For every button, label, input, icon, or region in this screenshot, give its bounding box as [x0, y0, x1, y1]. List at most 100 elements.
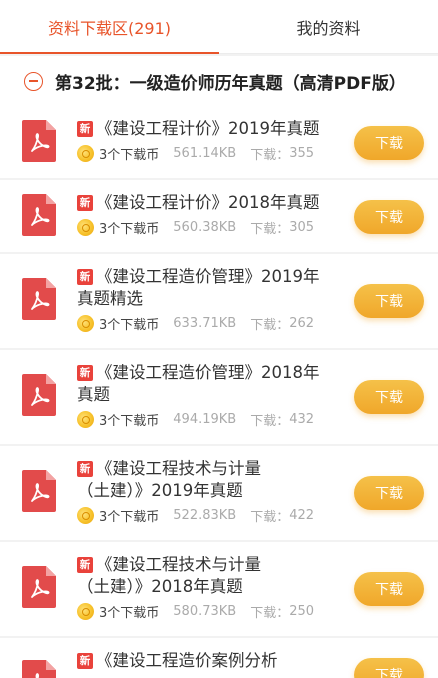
coin-icon	[77, 145, 94, 162]
list-item[interactable]: 新《建设工程计价》2019年真题 3个下载币 561.14KB 下载： 355 下载	[0, 106, 438, 178]
download-button[interactable]: 下载	[354, 380, 424, 414]
downloads-label: 下载：	[250, 318, 290, 333]
coin-cost: 3个下载币	[99, 606, 160, 621]
item-meta: 3个下载币 561.14KB 下载： 355	[77, 144, 314, 163]
title-text: （土建）》2019年真题	[77, 481, 243, 500]
item-meta: 3个下载币 522.83KB 下载： 422	[77, 506, 314, 525]
item-title[interactable]: 新《建设工程计价》2019年真题	[77, 118, 338, 140]
download-button[interactable]: 下载	[354, 658, 424, 678]
coin-cost: 3个下载币	[99, 414, 160, 429]
pdf-file-icon	[22, 120, 56, 162]
coin-icon	[77, 411, 94, 428]
section-header[interactable]: 第32批：一级造价师历年真题（高清PDF版）	[0, 56, 438, 106]
list-item[interactable]: 新《建设工程造价管理》2018年 真题 3个下载币 494.19KB 下载： 432 下载	[0, 350, 438, 444]
new-badge: 新	[77, 195, 93, 211]
item-meta: 3个下载币 633.71KB 下载： 262	[77, 314, 314, 333]
pdf-file-icon	[22, 566, 56, 608]
tab-download-area[interactable]: 资料下载区(291)	[0, 0, 219, 54]
downloads-count: 262	[289, 316, 315, 331]
item-title[interactable]: 新《建设工程技术与计量 （土建）》2018年真题	[77, 554, 338, 598]
material-list: 新《建设工程计价》2019年真题 3个下载币 561.14KB 下载： 355 下载新《建…	[0, 106, 438, 678]
item-meta: 3个下载币 494.19KB 下载： 432	[77, 410, 314, 429]
new-badge: 新	[77, 461, 93, 477]
coin-icon	[77, 507, 94, 524]
item-title[interactable]: 新《建设工程计价》2018年真题	[77, 192, 338, 214]
file-size: 494.19KB	[173, 412, 237, 427]
pdf-file-icon	[22, 278, 56, 320]
title-text: 《建设工程技术与计量	[96, 555, 261, 574]
new-badge: 新	[77, 121, 93, 137]
title-line: 新《建设工程计价》2019年真题	[77, 118, 338, 140]
list-item[interactable]: 新《建设工程造价案例分析 下载	[0, 638, 438, 678]
new-badge: 新	[77, 653, 93, 669]
item-title[interactable]: 新《建设工程造价管理》2019年 真题精选	[77, 266, 338, 310]
title-text: 真题	[77, 385, 110, 404]
file-size: 522.83KB	[173, 508, 237, 523]
title-line: 新《建设工程技术与计量	[77, 554, 338, 576]
list-item[interactable]: 新《建设工程技术与计量 （土建）》2019年真题 3个下载币 522.83KB 下载： 4…	[0, 446, 438, 540]
title-text: 《建设工程造价管理》2018年	[96, 363, 320, 382]
new-badge: 新	[77, 365, 93, 381]
coin-icon	[77, 315, 94, 332]
download-button[interactable]: 下载	[354, 200, 424, 234]
title-line: （土建）》2019年真题	[77, 480, 338, 502]
downloads-label: 下载：	[250, 414, 290, 429]
pdf-file-icon	[22, 660, 56, 678]
pdf-file-icon	[22, 194, 56, 236]
pdf-file-icon	[22, 470, 56, 512]
file-size: 633.71KB	[173, 316, 237, 331]
coin-cost: 3个下载币	[99, 318, 160, 333]
downloads-label: 下载：	[250, 148, 290, 163]
item-meta: 3个下载币 560.38KB 下载： 305	[77, 218, 314, 237]
downloads-count: 250	[289, 604, 315, 619]
downloads-count: 422	[289, 508, 315, 523]
item-title[interactable]: 新《建设工程造价管理》2018年 真题	[77, 362, 338, 406]
minus-circle-icon[interactable]	[24, 71, 43, 91]
title-text: 《建设工程造价案例分析	[96, 651, 278, 670]
coin-cost: 3个下载币	[99, 222, 160, 237]
title-line: 真题	[77, 384, 338, 406]
download-button[interactable]: 下载	[354, 572, 424, 606]
download-button[interactable]: 下载	[354, 284, 424, 318]
list-item[interactable]: 新《建设工程技术与计量 （土建）》2018年真题 3个下载币 580.73KB 下载： 2…	[0, 542, 438, 636]
title-line: 新《建设工程造价管理》2019年	[77, 266, 338, 288]
coin-icon	[77, 219, 94, 236]
file-size: 580.73KB	[173, 604, 237, 619]
title-text: 《建设工程计价》2019年真题	[96, 119, 320, 138]
tab-my-materials[interactable]: 我的资料	[219, 0, 438, 53]
title-text: 真题精选	[77, 289, 143, 308]
title-text: 《建设工程造价管理》2019年	[96, 267, 320, 286]
coin-icon	[77, 603, 94, 620]
downloads-count: 305	[289, 220, 315, 235]
title-line: 新《建设工程技术与计量	[77, 458, 338, 480]
download-button[interactable]: 下载	[354, 476, 424, 510]
downloads-label: 下载：	[250, 510, 290, 525]
item-title[interactable]: 新《建设工程技术与计量 （土建）》2019年真题	[77, 458, 338, 502]
coin-cost: 3个下载币	[99, 510, 160, 525]
pdf-file-icon	[22, 374, 56, 416]
downloads-label: 下载：	[250, 222, 290, 237]
title-line: 新《建设工程造价案例分析	[77, 650, 338, 672]
new-badge: 新	[77, 557, 93, 573]
file-size: 560.38KB	[173, 220, 237, 235]
item-meta: 3个下载币 580.73KB 下载： 250	[77, 602, 314, 621]
downloads-count: 355	[289, 146, 315, 161]
coin-cost: 3个下载币	[99, 148, 160, 163]
new-badge: 新	[77, 269, 93, 285]
file-size: 561.14KB	[173, 146, 237, 161]
tab-bar: 资料下载区(291) 我的资料	[0, 0, 438, 54]
title-line: 新《建设工程计价》2018年真题	[77, 192, 338, 214]
title-text: （土建）》2018年真题	[77, 577, 243, 596]
title-line: （土建）》2018年真题	[77, 576, 338, 598]
title-text: 《建设工程技术与计量	[96, 459, 261, 478]
title-text: 《建设工程计价》2018年真题	[96, 193, 320, 212]
title-line: 新《建设工程造价管理》2018年	[77, 362, 338, 384]
list-item[interactable]: 新《建设工程计价》2018年真题 3个下载币 560.38KB 下载： 305 下载	[0, 180, 438, 252]
title-line: 真题精选	[77, 288, 338, 310]
section-title: 第32批：一级造价师历年真题（高清PDF版）	[55, 73, 406, 94]
list-item[interactable]: 新《建设工程造价管理》2019年 真题精选 3个下载币 633.71KB 下载： 262 下…	[0, 254, 438, 348]
download-button[interactable]: 下载	[354, 126, 424, 160]
downloads-label: 下载：	[250, 606, 290, 621]
item-title[interactable]: 新《建设工程造价案例分析	[77, 650, 338, 672]
downloads-count: 432	[289, 412, 315, 427]
